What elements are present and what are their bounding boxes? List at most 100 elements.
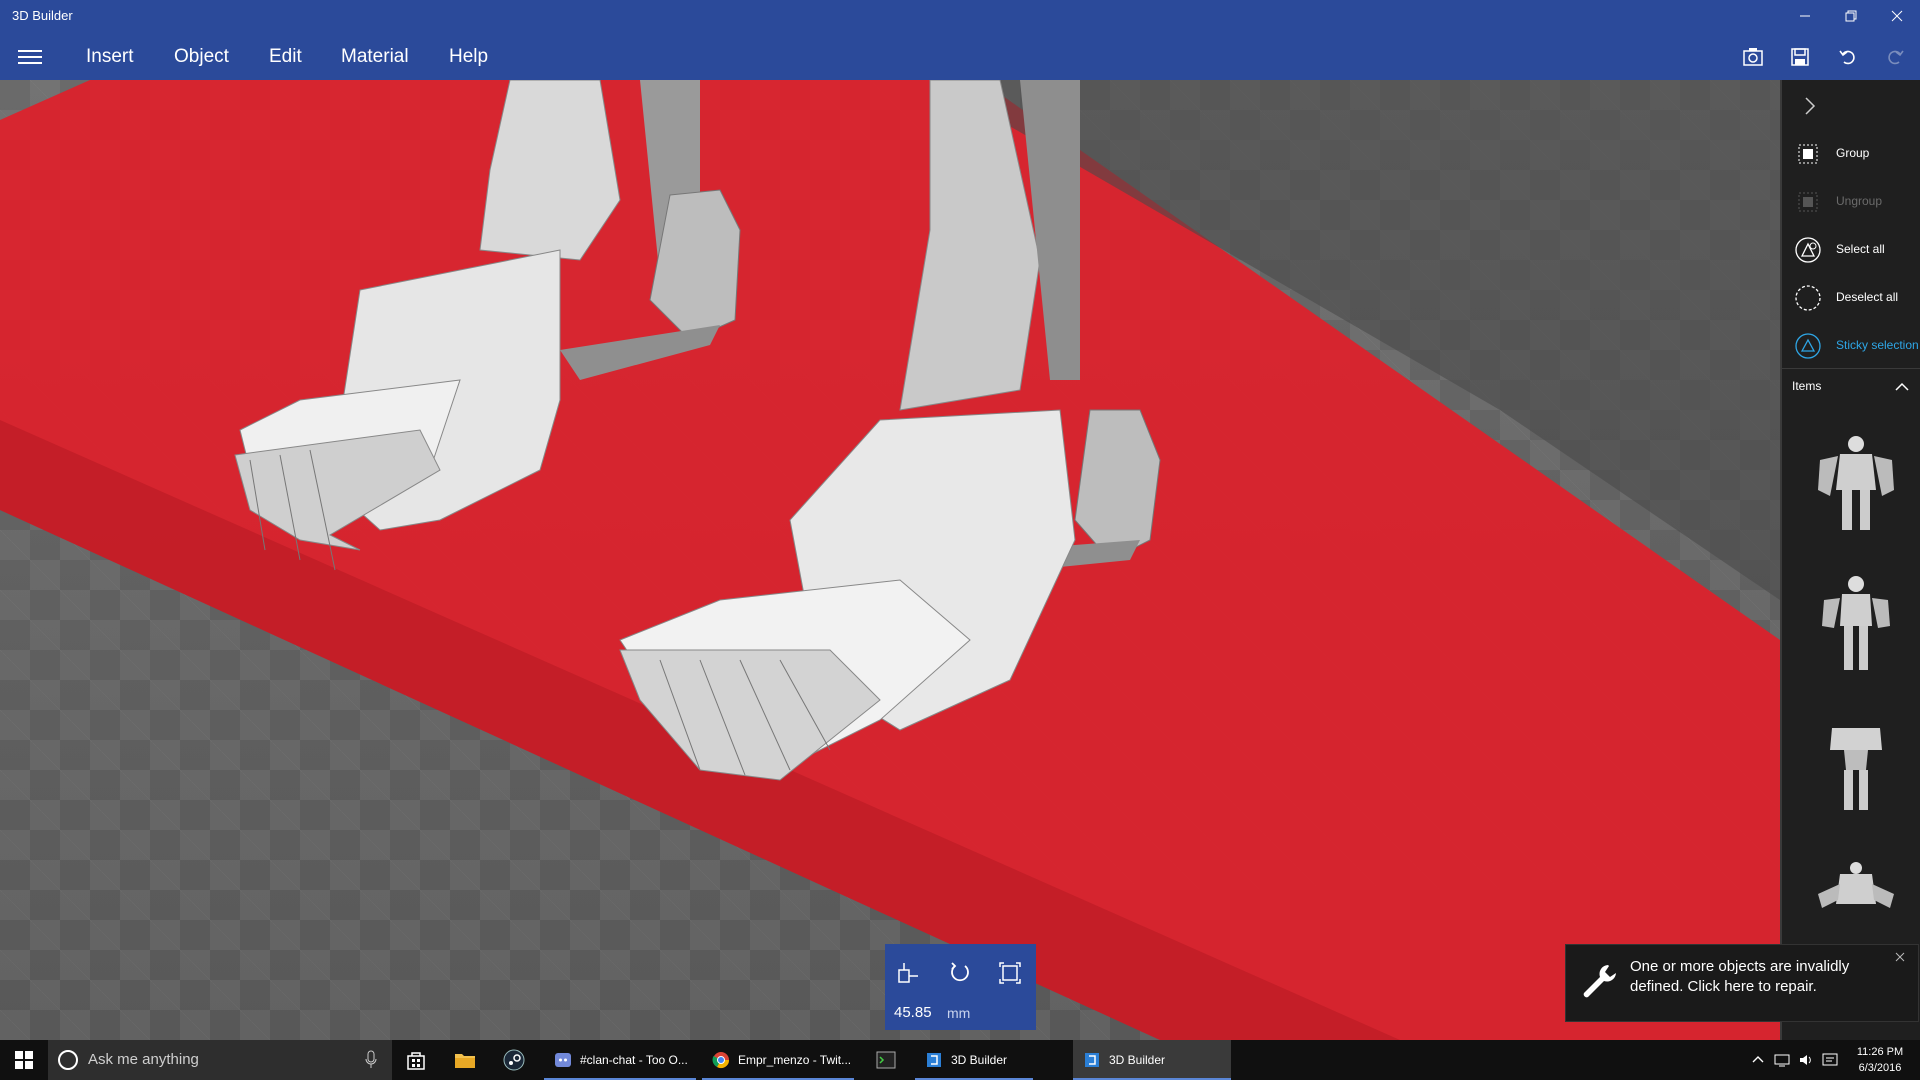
robot-model-thumbnail — [1818, 436, 1894, 530]
items-label: Items — [1792, 379, 1822, 393]
3d-builder-icon — [927, 1053, 941, 1067]
clock[interactable]: 11:26 PM 6/3/2016 — [1840, 1044, 1920, 1076]
hamburger-menu-icon[interactable] — [18, 46, 42, 66]
minimize-button[interactable] — [1782, 0, 1828, 32]
network-icon[interactable] — [1774, 1052, 1790, 1068]
taskbar-app-label: #clan-chat - Too O... — [580, 1053, 688, 1067]
restore-button[interactable] — [1828, 0, 1874, 32]
item-thumbnail-4[interactable] — [1810, 844, 1902, 954]
sticky-selection-label: Sticky selection — [1836, 338, 1919, 352]
menu-material[interactable]: Material — [341, 46, 409, 68]
folder-icon — [455, 1054, 475, 1068]
dimension-unit: mm — [947, 1005, 971, 1021]
item-thumbnail-3[interactable] — [1810, 706, 1902, 816]
repair-notification[interactable]: One or more objects are invalidly define… — [1565, 944, 1919, 1022]
3d-builder-icon — [1085, 1053, 1099, 1067]
chevron-up-icon[interactable] — [1750, 1052, 1766, 1068]
sticky-selection-button[interactable]: Sticky selection — [1782, 326, 1920, 366]
items-header[interactable]: Items — [1782, 368, 1920, 405]
restore-icon — [1845, 10, 1857, 22]
action-center-icon[interactable] — [1822, 1052, 1838, 1068]
ungroup-label: Ungroup — [1836, 194, 1883, 208]
taskbar-app-discord[interactable]: #clan-chat - Too O... — [544, 1040, 696, 1080]
search-placeholder: Ask me anything — [88, 1051, 199, 1068]
undo-button[interactable] — [1833, 42, 1863, 72]
rotate-icon — [951, 962, 969, 982]
robot-model-thumbnail — [1822, 576, 1890, 670]
select-all-button[interactable]: Select all — [1782, 230, 1920, 270]
taskbar: Ask me anything #clan-chat - Too O... Em… — [0, 1040, 1920, 1080]
notification-message: One or more objects are invalidly define… — [1630, 958, 1850, 995]
select-all-label: Select all — [1836, 242, 1885, 256]
terminal-icon — [876, 1051, 896, 1069]
chevron-up-icon — [1895, 382, 1909, 391]
rotate-button[interactable] — [945, 958, 975, 988]
scale-button[interactable] — [995, 958, 1025, 988]
robot-model-thumbnail — [1818, 862, 1894, 908]
cortana-search-box[interactable]: Ask me anything — [48, 1040, 392, 1080]
group-icon — [1798, 144, 1818, 164]
menu-edit[interactable]: Edit — [269, 46, 302, 68]
taskbar-app-label: 3D Builder — [1109, 1053, 1166, 1067]
robot-model-thumbnail — [1830, 728, 1882, 810]
close-button[interactable] — [1874, 0, 1920, 32]
transform-widget: 45.85 mm — [885, 944, 1036, 1030]
taskbar-app-3d-builder-2[interactable]: 3D Builder — [1073, 1040, 1231, 1080]
menu-object[interactable]: Object — [174, 46, 229, 68]
redo-icon — [1888, 50, 1904, 65]
move-button[interactable] — [893, 958, 923, 988]
title-bar: 3D Builder — [0, 0, 1920, 32]
close-icon — [1891, 10, 1903, 22]
ungroup-icon — [1798, 192, 1818, 212]
item-thumbnail-2[interactable] — [1810, 568, 1902, 678]
menu-help[interactable]: Help — [449, 46, 488, 68]
deselect-all-label: Deselect all — [1836, 290, 1899, 304]
group-button[interactable]: Group — [1782, 134, 1920, 174]
redo-button[interactable] — [1880, 42, 1910, 72]
volume-icon[interactable] — [1798, 1052, 1814, 1068]
close-icon — [1895, 952, 1905, 962]
taskbar-app-label: Empr_menzo - Twit... — [738, 1053, 852, 1067]
deselect-all-icon — [1795, 285, 1821, 311]
store-icon — [407, 1052, 425, 1070]
ungroup-button[interactable]: Ungroup — [1782, 182, 1920, 222]
microphone-icon[interactable] — [364, 1050, 378, 1070]
save-button[interactable] — [1785, 42, 1815, 72]
cortana-icon — [58, 1050, 78, 1070]
app-title: 3D Builder — [12, 8, 73, 23]
group-label: Group — [1836, 146, 1870, 160]
sticky-selection-icon — [1795, 333, 1821, 359]
file-explorer-taskbar-button[interactable] — [441, 1040, 489, 1080]
wrench-icon — [1583, 965, 1616, 998]
menu-insert[interactable]: Insert — [86, 46, 134, 68]
clock-time: 11:26 PM — [1856, 1046, 1904, 1058]
store-taskbar-button[interactable] — [392, 1040, 440, 1080]
start-button[interactable] — [0, 1040, 48, 1080]
item-thumbnail-1[interactable] — [1810, 430, 1902, 540]
minimize-icon — [1800, 15, 1810, 17]
steam-icon — [503, 1049, 525, 1071]
move-icon — [898, 963, 918, 983]
save-icon — [1791, 48, 1809, 66]
windows-logo-icon — [15, 1051, 33, 1069]
dimension-value[interactable]: 45.85 — [894, 1004, 932, 1021]
menu-bar: Insert Object Edit Material Help — [0, 32, 1920, 80]
taskbar-app-3d-builder-1[interactable]: 3D Builder — [915, 1040, 1033, 1080]
clock-date: 6/3/2016 — [1858, 1062, 1902, 1074]
notification-close-button[interactable] — [1890, 949, 1910, 969]
scene-render — [0, 80, 1780, 1040]
chrome-icon — [712, 1052, 730, 1069]
3d-viewport[interactable] — [0, 80, 1780, 1040]
collapse-panel-button[interactable] — [1798, 94, 1822, 118]
right-panel: Group Ungroup Select all Deselect all St… — [1780, 80, 1920, 1040]
view-button[interactable] — [1738, 42, 1768, 72]
taskbar-app-chrome[interactable]: Empr_menzo - Twit... — [702, 1040, 854, 1080]
deselect-all-button[interactable]: Deselect all — [1782, 278, 1920, 318]
scale-icon — [999, 962, 1021, 984]
view-icon — [1743, 48, 1763, 66]
chevron-right-icon — [1805, 97, 1816, 115]
terminal-taskbar-button[interactable] — [862, 1040, 910, 1080]
select-all-icon — [1795, 237, 1821, 263]
steam-taskbar-button[interactable] — [490, 1040, 538, 1080]
taskbar-app-label: 3D Builder — [951, 1053, 1008, 1067]
